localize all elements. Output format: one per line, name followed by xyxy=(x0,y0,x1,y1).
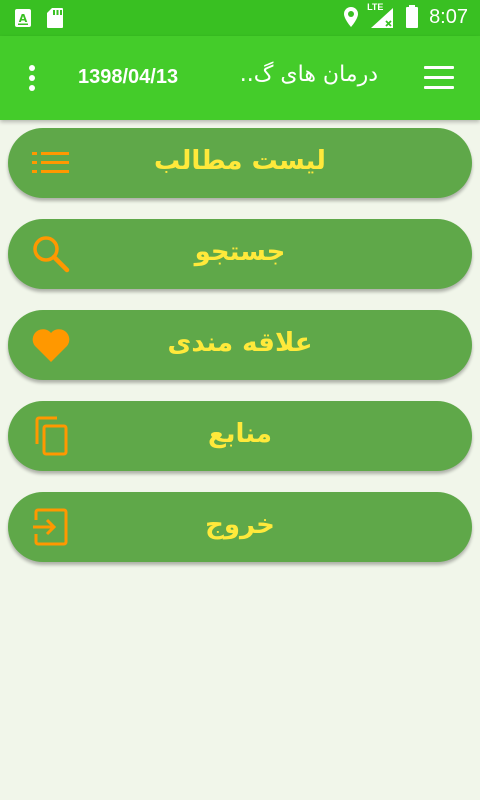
svg-text:A: A xyxy=(19,12,28,25)
overflow-vertical-icon[interactable] xyxy=(22,64,42,92)
menu-item-content-list[interactable]: لیست مطالب xyxy=(8,128,472,198)
page-title: درمان های گ.. xyxy=(239,62,378,87)
battery-icon xyxy=(405,5,419,29)
app-bar: 1398/04/13 درمان های گ.. xyxy=(0,36,480,120)
menu-item-label: علاقه مندی xyxy=(167,328,313,358)
network-type-label: LTE xyxy=(367,2,384,12)
menu-item-label: خروج xyxy=(205,510,275,540)
menu-item-exit[interactable]: خروج xyxy=(8,492,472,562)
keyboard-a-icon: A xyxy=(14,8,32,28)
hamburger-icon[interactable] xyxy=(424,66,454,90)
sd-card-icon xyxy=(46,7,64,29)
menu-item-search[interactable]: جستجو xyxy=(8,219,472,289)
location-icon xyxy=(343,6,359,28)
menu-item-sources[interactable]: منابع xyxy=(8,401,472,471)
menu-item-label: جستجو xyxy=(194,237,286,267)
menu-item-favorites[interactable]: علاقه مندی xyxy=(8,310,472,380)
signal-icon: LTE xyxy=(367,2,395,29)
status-time: 8:07 xyxy=(429,5,468,28)
menu-item-label: منابع xyxy=(208,419,272,449)
status-bar: A LTE 8:07 xyxy=(0,0,480,36)
menu-item-label: لیست مطالب xyxy=(154,146,326,176)
app-date: 1398/04/13 xyxy=(78,66,179,88)
main-menu: لیست مطالب جستجو علاقه مندی منابع خروج xyxy=(8,128,472,583)
